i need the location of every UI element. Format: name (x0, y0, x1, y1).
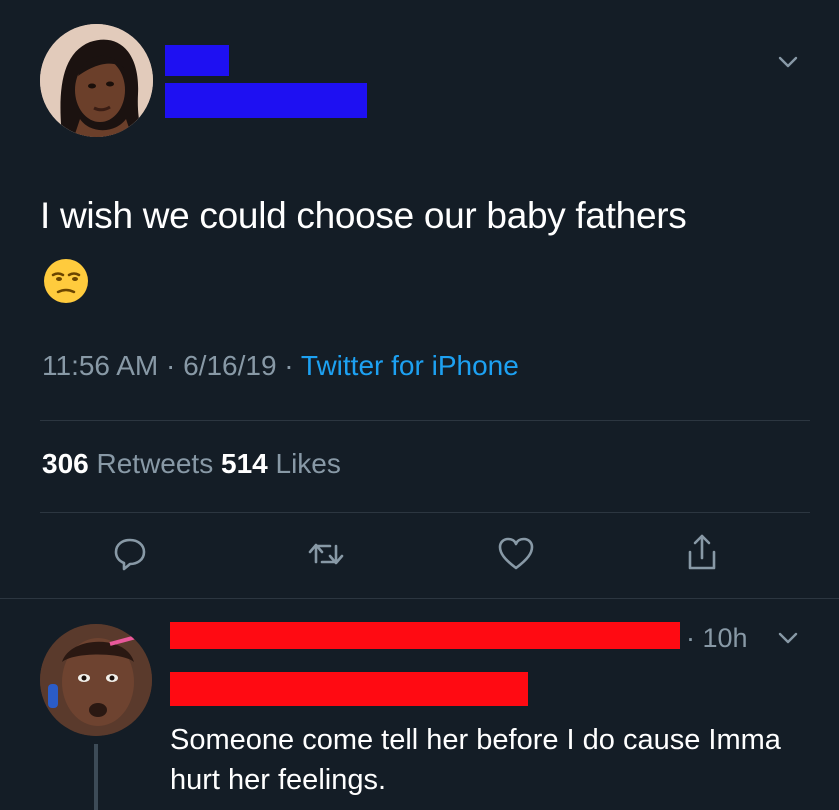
thread-line (94, 744, 98, 810)
comment-icon[interactable] (108, 532, 152, 576)
author-handle-redaction (165, 83, 367, 118)
author-avatar[interactable] (40, 24, 153, 137)
chevron-down-icon[interactable] (776, 50, 800, 74)
tweet-text: I wish we could choose our baby fathers (40, 195, 687, 236)
reply-author-redaction (170, 622, 680, 649)
unamused-face-icon (43, 258, 89, 304)
heart-icon[interactable] (494, 532, 538, 576)
reply-text: Someone come tell her before I do cause … (170, 724, 781, 796)
retweets-label: Retweets (88, 448, 221, 479)
tweet-stats[interactable]: 306 Retweets 514 Likes (42, 448, 341, 480)
divider (40, 512, 810, 513)
reply-context-redaction (170, 672, 528, 706)
divider (0, 598, 839, 599)
tweet-timestamp: 11:56 AM · 6/16/19 · (42, 350, 301, 381)
reply-time: · 10h (686, 623, 748, 653)
share-icon[interactable] (680, 530, 724, 574)
tweet-source-link[interactable]: Twitter for iPhone (301, 350, 519, 381)
like-count: 514 (221, 448, 268, 479)
retweet-icon[interactable] (304, 532, 348, 576)
retweet-count: 306 (42, 448, 89, 479)
chevron-down-icon[interactable] (776, 626, 800, 650)
author-name-redaction (165, 45, 229, 76)
tweet-meta: 11:56 AM · 6/16/19 · Twitter for iPhone (42, 350, 519, 382)
divider (40, 420, 810, 421)
reply-author-avatar[interactable] (40, 624, 152, 736)
likes-label: Likes (267, 448, 341, 479)
